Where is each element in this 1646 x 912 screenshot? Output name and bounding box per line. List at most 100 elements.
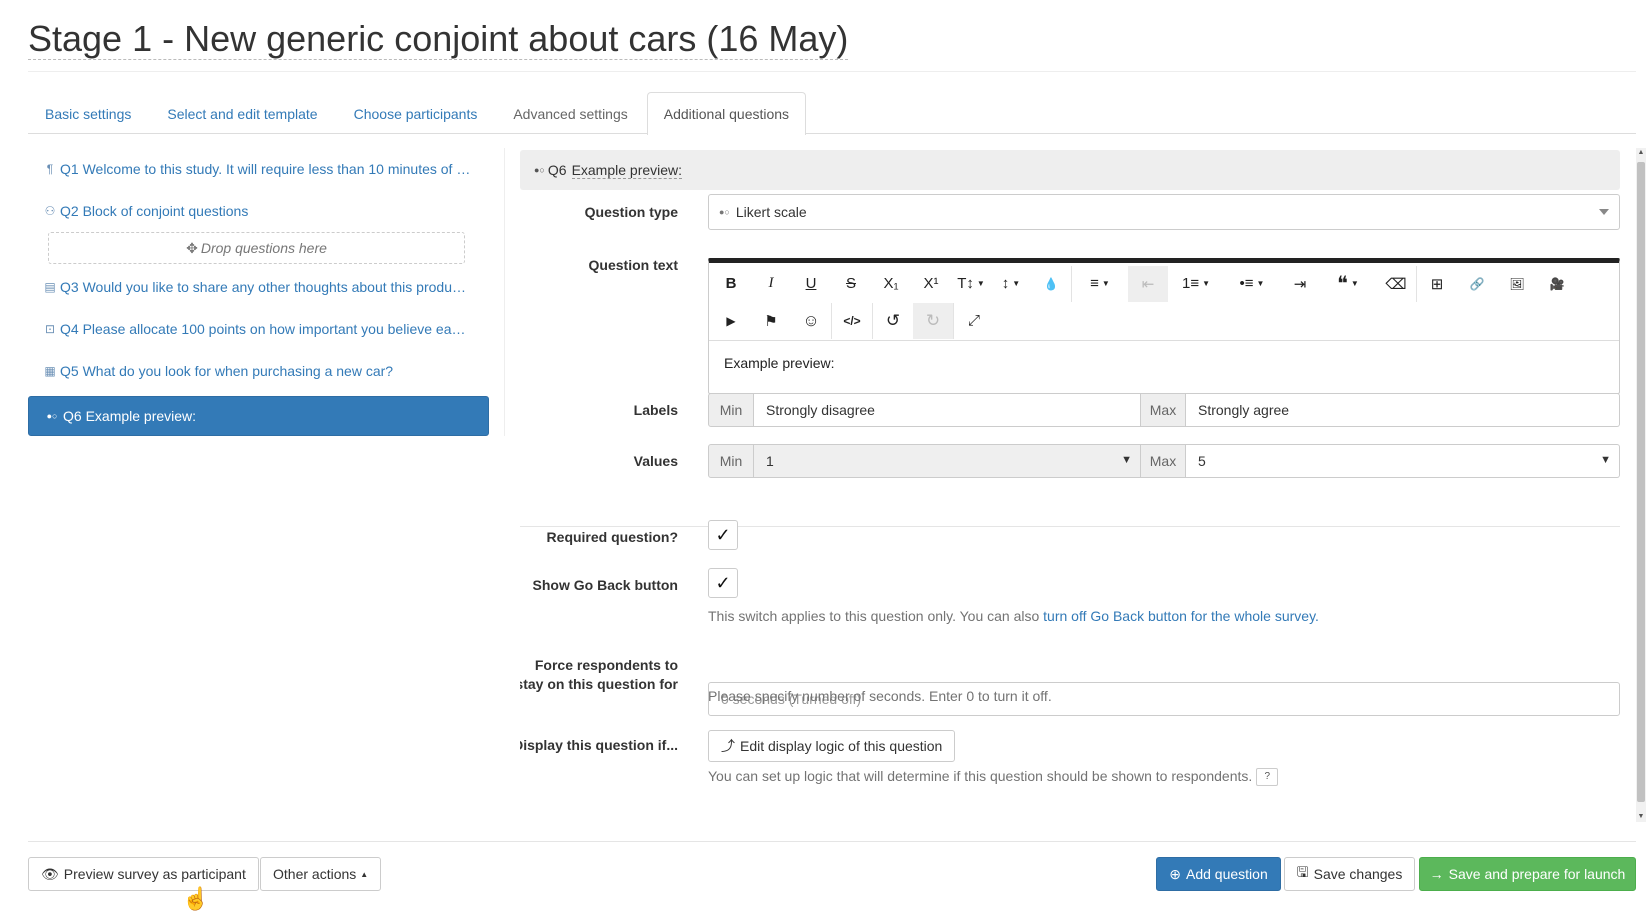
emoji-icon[interactable]: ☺ [791, 303, 831, 339]
chevron-down-icon [1599, 209, 1609, 215]
scroll-down-icon[interactable]: ▼ [1637, 812, 1645, 822]
save-changes-button[interactable]: 🖫 Save changes [1284, 857, 1415, 891]
labels-label: Labels [633, 402, 678, 418]
go-back-help-text: This switch applies to this question onl… [708, 608, 1044, 624]
question-item-q1[interactable]: ¶ Q1 Welcome to this study. It will requ… [28, 148, 489, 190]
values-max-select[interactable]: 5 ▼ [1186, 444, 1620, 478]
code-view-icon[interactable]: </> [832, 303, 872, 339]
question-header: ●○ Q6 Example preview: [520, 150, 1620, 190]
allocation-icon: ⊡ [44, 322, 56, 336]
question-item-q2[interactable]: ⚇ Q2 Block of conjoint questions [28, 190, 489, 232]
column-divider [504, 148, 505, 436]
embed-video-icon[interactable]: ▶ [711, 303, 751, 339]
question-item-label: Q5 What do you look for when purchasing … [60, 363, 394, 379]
edit-display-logic-button[interactable]: ⤴ Edit display logic of this question [708, 730, 956, 762]
logic-icon: ⤴ [721, 738, 735, 754]
save-changes-label: Save changes [1313, 866, 1403, 882]
question-text-label: Question text [588, 257, 678, 273]
fullscreen-icon[interactable]: ⤢ [954, 303, 994, 339]
line-height-icon[interactable]: ↕ ▼ [991, 266, 1031, 302]
tab-basic-settings[interactable]: Basic settings [28, 92, 148, 134]
question-title[interactable]: Example preview: [571, 162, 683, 179]
italic-icon[interactable]: I [751, 266, 791, 302]
question-item-q3[interactable]: ▤ Q3 Would you like to share any other t… [28, 266, 489, 308]
subscript-icon[interactable]: X₁ [871, 266, 911, 302]
redo-icon[interactable]: ↻ [913, 302, 953, 339]
add-question-button[interactable]: ⊕ Add question [1156, 857, 1281, 891]
question-item-label: Q4 Please allocate 100 points on how imp… [60, 321, 466, 337]
other-actions-button[interactable]: Other actions ▲ [260, 857, 382, 891]
outdent-icon[interactable]: ⇤ [1128, 265, 1168, 302]
flag-icon[interactable]: ⚑ [751, 303, 791, 339]
indent-icon[interactable]: ⇥ [1280, 266, 1320, 302]
plus-circle-icon: ⊕ [1169, 865, 1181, 882]
question-type-value: Likert scale [735, 204, 807, 220]
values-max-addon: Max [1140, 444, 1186, 478]
display-logic-label: Display this question if... [520, 737, 678, 753]
underline-icon[interactable]: U [791, 266, 831, 302]
editor-scrollbar[interactable]: ▲ ▼ [1636, 148, 1646, 822]
table-icon[interactable]: ⊞ [1417, 266, 1457, 302]
font-size-icon[interactable]: T↕ ▼ [951, 266, 991, 302]
question-number: Q6 [547, 162, 567, 178]
values-min-select[interactable]: 1 ▼ [754, 444, 1140, 478]
footer-divider [28, 841, 1636, 842]
undo-icon[interactable]: ↺ [873, 303, 913, 339]
preview-survey-button[interactable]: 👁 Preview survey as participant [28, 857, 259, 891]
tab-additional-questions[interactable]: Additional questions [646, 92, 807, 135]
video-icon[interactable]: 🎥 [1537, 266, 1577, 302]
clear-format-icon[interactable]: ⌫ [1376, 266, 1416, 302]
text-area-icon: ▤ [44, 280, 56, 294]
turn-off-go-back-link[interactable]: turn off Go Back button for the whole su… [1043, 608, 1319, 624]
font-size-glyph: T↕ [957, 275, 974, 292]
link-icon[interactable]: 🔗 [1457, 266, 1497, 302]
question-item-label: Q3 Would you like to share any other tho… [60, 279, 466, 295]
grid-icon: ▦ [44, 364, 56, 378]
page-title[interactable]: Stage 1 - New generic conjoint about car… [28, 18, 849, 61]
section-divider [520, 526, 1620, 527]
go-back-label: Show Go Back button [532, 577, 678, 593]
align-icon[interactable]: ≡ ▼ [1072, 266, 1128, 302]
go-back-help: This switch applies to this question onl… [708, 608, 1319, 624]
labels-min-input[interactable]: Strongly disagree [754, 393, 1140, 427]
question-item-q5[interactable]: ▦ Q5 What do you look for when purchasin… [28, 350, 489, 392]
bold-icon[interactable]: B [711, 266, 751, 302]
chevron-down-icon: ▼ [1600, 454, 1611, 466]
scroll-up-icon[interactable]: ▲ [1637, 148, 1645, 158]
question-type-label: Question type [584, 204, 678, 220]
values-label: Values [633, 453, 678, 469]
rich-text-editor: B I U S X₁ X¹ T↕ ▼ ↕ ▼ 💧 ≡ ▼ ⇤ 1≡ ▼ •≡ ▼ ⇥ ❝ ▼… [708, 258, 1620, 394]
text-color-icon[interactable]: 💧 [1031, 266, 1071, 302]
image-icon[interactable]: 🖼 [1497, 266, 1537, 302]
question-item-label: Q6 Example preview: [63, 408, 197, 424]
quote-icon[interactable]: ❝ ▼ [1320, 266, 1376, 302]
help-icon[interactable]: ? [1256, 768, 1279, 787]
tab-choose-participants[interactable]: Choose participants [337, 92, 495, 134]
caret-up-icon: ▲ [360, 869, 369, 879]
paragraph-icon: ¶ [46, 162, 54, 176]
editor-toolbar: B I U S X₁ X¹ T↕ ▼ ↕ ▼ 💧 ≡ ▼ ⇤ 1≡ ▼ •≡ ▼ ⇥ ❝ ▼… [709, 263, 1619, 341]
go-back-checkbox[interactable]: ✓ [708, 568, 738, 598]
ordered-list-icon[interactable]: 1≡ ▼ [1168, 266, 1224, 302]
add-question-label: Add question [1186, 866, 1268, 882]
strikethrough-icon[interactable]: S [831, 266, 871, 302]
question-item-q6[interactable]: ●○ Q6 Example preview: [28, 396, 489, 436]
save-icon: 🖫 [1296, 864, 1309, 880]
unordered-list-icon[interactable]: •≡ ▼ [1224, 266, 1280, 302]
tab-advanced-settings[interactable]: Advanced settings [496, 92, 644, 134]
scrollbar-thumb[interactable] [1637, 162, 1645, 802]
save-and-launch-button[interactable]: → Save and prepare for launch [1419, 857, 1636, 891]
chevron-down-icon: ▼ [1121, 454, 1132, 466]
question-editor-panel: ●○ Q6 Example preview: Question type ●○ … [520, 150, 1620, 820]
question-type-select[interactable]: ●○ Likert scale [708, 194, 1620, 230]
superscript-icon[interactable]: X¹ [911, 266, 951, 302]
question-item-q4[interactable]: ⊡ Q4 Please allocate 100 points on how i… [28, 308, 489, 350]
drop-questions-zone[interactable]: ✥ Drop questions here [48, 232, 465, 264]
required-question-checkbox[interactable]: ✓ [708, 520, 738, 550]
question-text-content[interactable]: Example preview: [709, 341, 1619, 385]
preview-survey-label: Preview survey as participant [63, 866, 246, 882]
question-item-label: Q1 Welcome to this study. It will requir… [60, 161, 471, 177]
force-stay-help: Please specify number of seconds. Enter … [708, 688, 1052, 704]
labels-max-input[interactable]: Strongly agree [1186, 393, 1620, 427]
tab-select-edit-template[interactable]: Select and edit template [150, 92, 334, 134]
